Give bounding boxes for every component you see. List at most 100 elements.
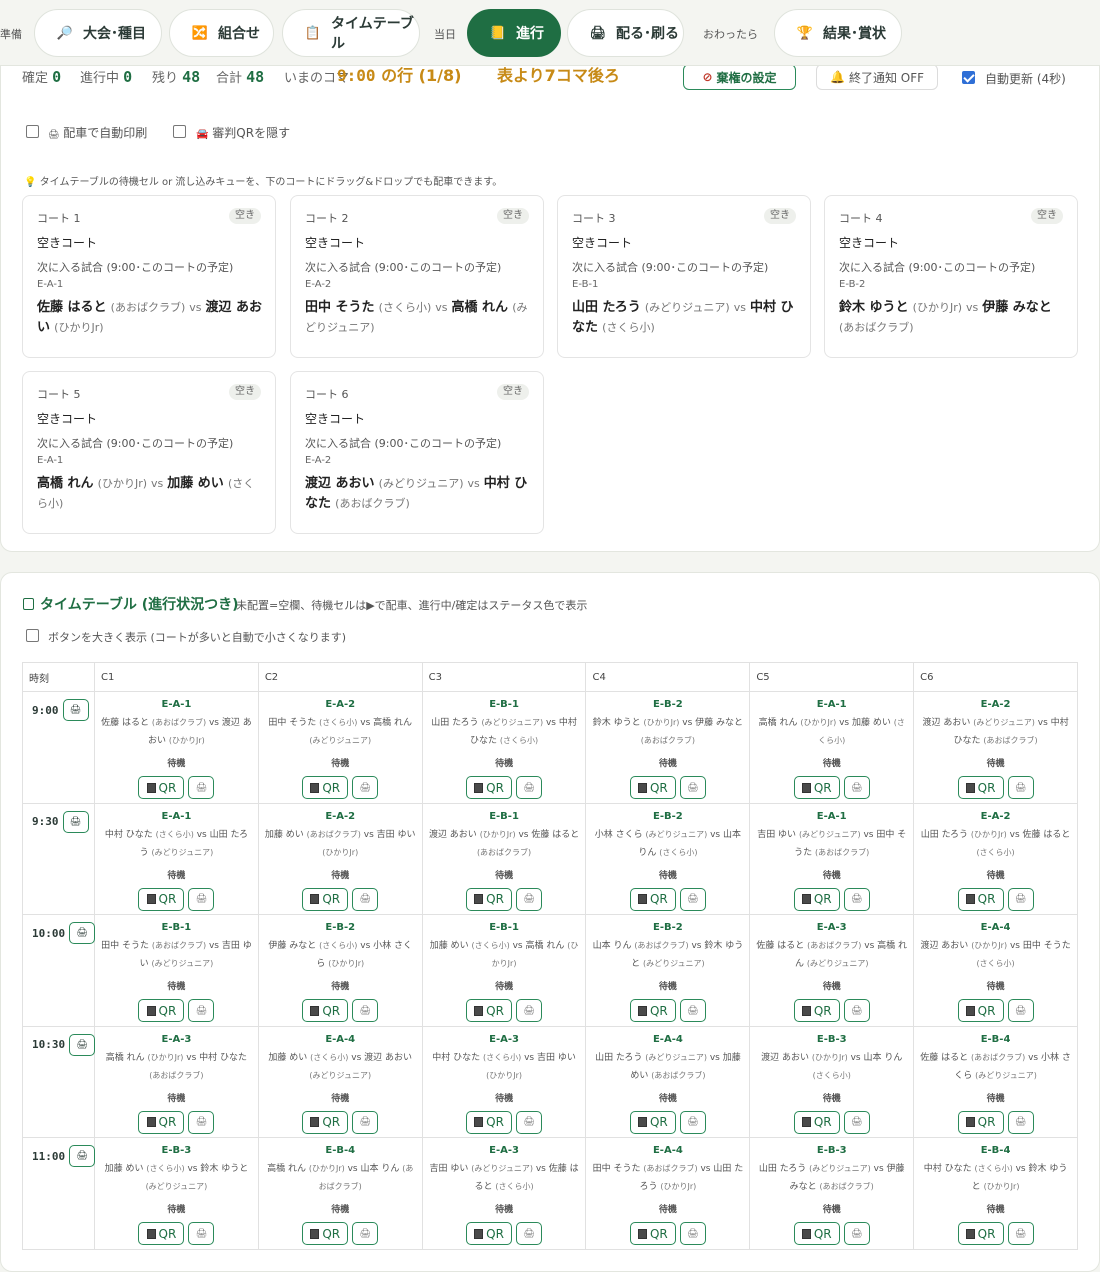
print-button[interactable]: 🖨 bbox=[679, 999, 706, 1023]
match-cell[interactable]: E-B-2 山本 りん (あおばクラブ) vs 鈴木 ゆうと (みどりジュニア) 待… bbox=[585, 914, 751, 1027]
print-button[interactable]: 🖨 bbox=[1007, 1222, 1034, 1246]
print-button[interactable]: 🖨 bbox=[188, 1222, 215, 1246]
print-button[interactable]: 🖨 bbox=[188, 999, 215, 1023]
match-cell[interactable]: E-B-3 加藤 めい (さくら小) vs 鈴木 ゆうと (みどりジュニア) 待機 Q… bbox=[94, 1137, 259, 1250]
print-button[interactable]: 🖨 bbox=[516, 1222, 543, 1246]
match-cell[interactable]: E-B-4 高橋 れん (ひかりJr) vs 山本 りん (あおばクラブ) 待機 QR… bbox=[257, 1137, 423, 1250]
print-button[interactable]: 🖨 bbox=[516, 887, 543, 911]
auto-print-checkbox[interactable] bbox=[26, 125, 39, 138]
match-cell[interactable]: E-B-4 佐藤 はると (あおばクラブ) vs 小林 さくら (みどりジュニア)… bbox=[913, 1025, 1078, 1139]
print-button[interactable]: 🖨 bbox=[188, 776, 215, 799]
match-cell[interactable]: E-A-1 吉田 ゆい (みどりジュニア) vs 田中 そうた (あおばクラブ) 待… bbox=[749, 802, 915, 916]
match-cell[interactable]: E-A-2 加藤 めい (あおばクラブ) vs 吉田 ゆい (ひかりJr) 待機 QR… bbox=[257, 802, 423, 916]
print-button[interactable]: 🖨 bbox=[516, 1110, 543, 1134]
print-button[interactable]: 🖨 bbox=[352, 1222, 379, 1246]
print-button[interactable]: 🖨 bbox=[188, 887, 215, 911]
print-button[interactable]: 🖨 bbox=[1007, 999, 1034, 1023]
match-cell[interactable]: E-A-4 渡辺 あおい (ひかりJr) vs 田中 そうた (さくら小) 待機 QR… bbox=[913, 914, 1078, 1027]
qr-button[interactable]: QR bbox=[957, 999, 1004, 1023]
qr-button[interactable]: QR bbox=[302, 887, 349, 911]
qr-button[interactable]: QR bbox=[138, 999, 185, 1023]
match-cell[interactable]: E-A-4 田中 そうた (あおばクラブ) vs 山田 たろう (ひかりJr) 待機… bbox=[585, 1137, 751, 1250]
match-cell[interactable]: E-B-4 中村 ひなた (さくら小) vs 鈴木 ゆうと (ひかりJr) 待機 QR… bbox=[913, 1137, 1078, 1250]
match-cell[interactable]: E-A-2 山田 たろう (ひかりJr) vs 佐藤 はると (さくら小) 待機 QR… bbox=[913, 802, 1078, 916]
print-button[interactable]: 🖨 bbox=[1007, 1110, 1034, 1134]
qr-button[interactable]: QR bbox=[138, 776, 185, 799]
print-button[interactable]: 🖨 bbox=[1007, 776, 1034, 799]
match-cell[interactable]: E-B-3 山田 たろう (みどりジュニア) vs 伊藤 みなと (あおばクラブ)… bbox=[749, 1137, 915, 1250]
print-button[interactable]: 🖨 bbox=[352, 999, 379, 1023]
match-cell[interactable]: E-A-4 山田 たろう (みどりジュニア) vs 加藤 めい (あおばクラブ) 待… bbox=[585, 1025, 751, 1139]
print-button[interactable]: 🖨 bbox=[679, 776, 706, 799]
hide-qr-checkbox[interactable] bbox=[173, 125, 186, 138]
auto-update-checkbox[interactable] bbox=[962, 71, 975, 84]
court-card-2[interactable]: コート 2 空き 空きコート 次に入る試合 (9:00･このコートの予定) E-… bbox=[290, 195, 544, 358]
qr-button[interactable]: QR bbox=[138, 1110, 185, 1134]
qr-button[interactable]: QR bbox=[629, 999, 676, 1023]
print-button[interactable]: 🖨 bbox=[1007, 887, 1034, 911]
print-button[interactable]: 🖨 bbox=[679, 887, 706, 911]
abstain-settings-button[interactable]: ⊘ 棄権の設定 bbox=[683, 64, 796, 90]
match-cell[interactable]: E-B-1 山田 たろう (みどりジュニア) vs 中村 ひなた (さくら小) 待機… bbox=[421, 691, 587, 804]
print-row-button[interactable]: 🖨 bbox=[69, 922, 96, 945]
match-cell[interactable]: E-A-3 中村 ひなた (さくら小) vs 吉田 ゆい (ひかりJr) 待機 QR 🖨 bbox=[421, 1025, 587, 1139]
match-cell[interactable]: E-B-2 小林 さくら (みどりジュニア) vs 山本 りん (さくら小) 待機 Q… bbox=[585, 802, 751, 916]
print-button[interactable]: 🖨 bbox=[188, 1110, 215, 1134]
nav-tab-timetable[interactable]: 📋 タイムテーブル bbox=[282, 9, 420, 57]
match-cell[interactable]: E-A-3 佐藤 はると (あおばクラブ) vs 高橋 れん (みどりジュニア) 待… bbox=[749, 914, 915, 1027]
qr-button[interactable]: QR bbox=[629, 887, 676, 911]
match-cell[interactable]: E-B-3 渡辺 あおい (ひかりJr) vs 山本 りん (さくら小) 待機 QR 🖨 bbox=[749, 1025, 915, 1139]
print-button[interactable]: 🖨 bbox=[843, 1222, 870, 1246]
qr-button[interactable]: QR bbox=[466, 999, 513, 1023]
qr-button[interactable]: QR bbox=[302, 999, 349, 1023]
match-cell[interactable]: E-A-2 渡辺 あおい (みどりジュニア) vs 中村 ひなた (あおばクラブ)… bbox=[913, 691, 1078, 804]
qr-button[interactable]: QR bbox=[793, 1110, 840, 1134]
print-button[interactable]: 🖨 bbox=[843, 1110, 870, 1134]
print-row-button[interactable]: 🖨 bbox=[69, 1033, 96, 1056]
print-row-button[interactable]: 🖨 bbox=[69, 1145, 96, 1168]
print-button[interactable]: 🖨 bbox=[843, 887, 870, 911]
qr-button[interactable]: QR bbox=[793, 887, 840, 911]
print-row-button[interactable]: 🖨 bbox=[62, 810, 89, 833]
qr-button[interactable]: QR bbox=[957, 1222, 1004, 1246]
match-cell[interactable]: E-A-4 加藤 めい (さくら小) vs 渡辺 あおい (みどりジュニア) 待機 Q… bbox=[257, 1025, 423, 1139]
print-button[interactable]: 🖨 bbox=[679, 1110, 706, 1134]
match-cell[interactable]: E-B-1 加藤 めい (さくら小) vs 高橋 れん (ひかりJr) 待機 QR 🖨 bbox=[421, 914, 587, 1027]
qr-button[interactable]: QR bbox=[302, 1110, 349, 1134]
qr-button[interactable]: QR bbox=[466, 1222, 513, 1246]
qr-button[interactable]: QR bbox=[466, 776, 513, 799]
print-row-button[interactable]: 🖨 bbox=[62, 699, 89, 721]
match-cell[interactable]: E-A-3 高橋 れん (ひかりJr) vs 中村 ひなた (あおばクラブ) 待機 Q… bbox=[94, 1025, 259, 1139]
qr-button[interactable]: QR bbox=[957, 887, 1004, 911]
nav-tab-tournament[interactable]: 🔎 大会･種目 bbox=[34, 9, 162, 57]
qr-button[interactable]: QR bbox=[138, 1222, 185, 1246]
court-card-5[interactable]: コート 5 空き 空きコート 次に入る試合 (9:00･このコートの予定) E-… bbox=[22, 371, 276, 534]
match-cell[interactable]: E-B-2 鈴木 ゆうと (ひかりJr) vs 伊藤 みなと (あおばクラブ) 待機… bbox=[585, 691, 751, 804]
print-button[interactable]: 🖨 bbox=[352, 887, 379, 911]
qr-button[interactable]: QR bbox=[793, 1222, 840, 1246]
qr-button[interactable]: QR bbox=[793, 776, 840, 799]
match-cell[interactable]: E-A-1 佐藤 はると (あおばクラブ) vs 渡辺 あおい (ひかりJr) 待機… bbox=[94, 691, 259, 804]
qr-button[interactable]: QR bbox=[466, 887, 513, 911]
print-button[interactable]: 🖨 bbox=[516, 776, 543, 799]
nav-tab-pairing[interactable]: 🔀 組合せ bbox=[169, 9, 274, 57]
nav-tab-results[interactable]: 🏆 結果･賞状 bbox=[774, 9, 902, 57]
qr-button[interactable]: QR bbox=[629, 1222, 676, 1246]
qr-button[interactable]: QR bbox=[629, 1110, 676, 1134]
nav-tab-progress[interactable]: 📒 進行 bbox=[467, 9, 561, 57]
qr-button[interactable]: QR bbox=[957, 1110, 1004, 1134]
match-cell[interactable]: E-A-1 中村 ひなた (さくら小) vs 山田 たろう (みどりジュニア) 待機… bbox=[94, 802, 259, 916]
nav-tab-print[interactable]: 🖨 配る･刷る bbox=[567, 9, 684, 57]
match-cell[interactable]: E-A-3 吉田 ゆい (みどりジュニア) vs 佐藤 はると (さくら小) 待機 Q… bbox=[421, 1137, 587, 1250]
qr-button[interactable]: QR bbox=[138, 887, 185, 911]
print-button[interactable]: 🖨 bbox=[843, 776, 870, 799]
match-cell[interactable]: E-B-1 渡辺 あおい (ひかりJr) vs 佐藤 はると (あおばクラブ) 待機… bbox=[421, 802, 587, 916]
print-button[interactable]: 🖨 bbox=[352, 776, 379, 799]
qr-button[interactable]: QR bbox=[629, 776, 676, 799]
print-button[interactable]: 🖨 bbox=[352, 1110, 379, 1134]
qr-button[interactable]: QR bbox=[302, 1222, 349, 1246]
big-buttons-checkbox[interactable] bbox=[26, 629, 39, 642]
match-cell[interactable]: E-B-1 田中 そうた (あおばクラブ) vs 吉田 ゆい (みどりジュニア) 待… bbox=[94, 914, 259, 1027]
qr-button[interactable]: QR bbox=[466, 1110, 513, 1134]
court-card-4[interactable]: コート 4 空き 空きコート 次に入る試合 (9:00･このコートの予定) E-… bbox=[824, 195, 1078, 358]
